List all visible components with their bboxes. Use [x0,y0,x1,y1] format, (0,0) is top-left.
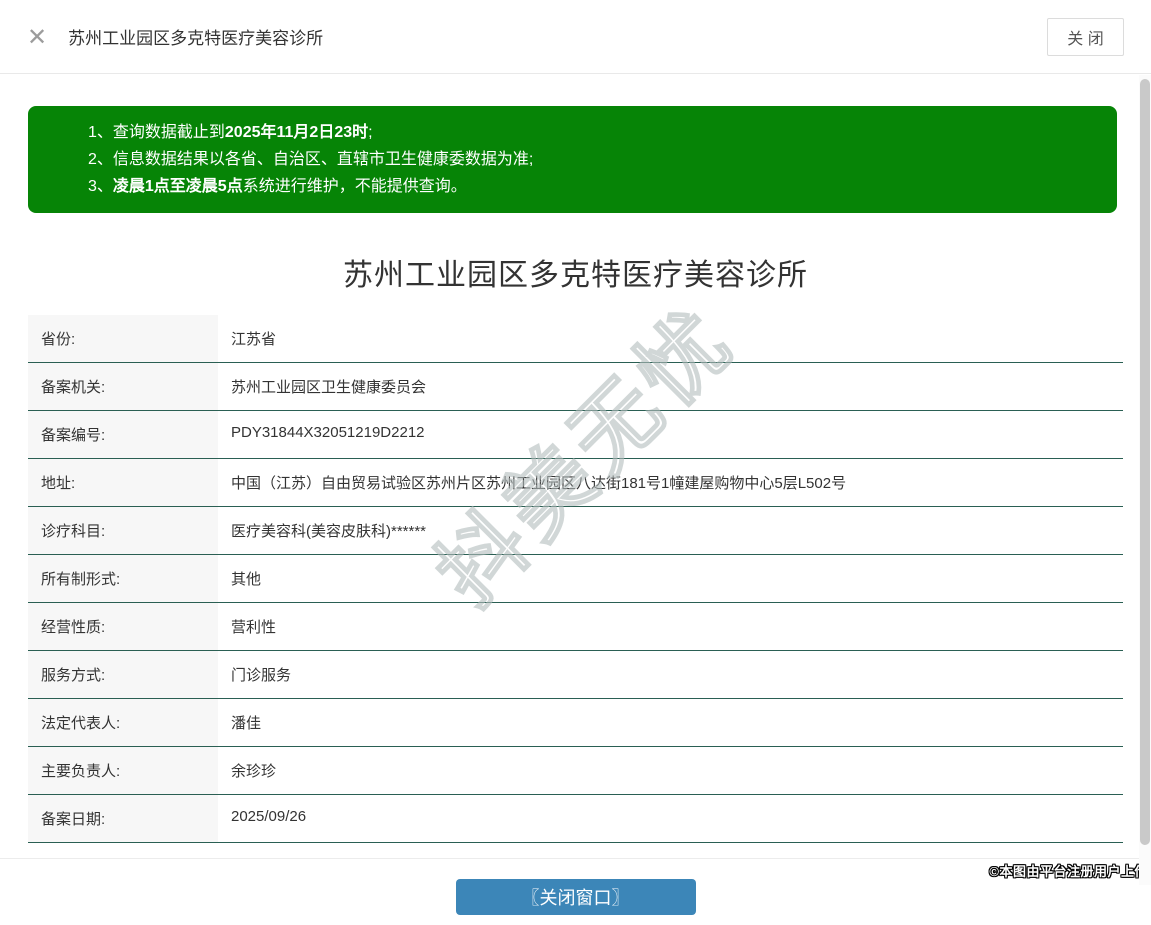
table-row: 备案日期: 2025/09/26 [28,795,1123,843]
field-label: 经营性质: [28,603,218,650]
notice-text: 系统进行维护，不能提供查询。 [243,178,467,195]
table-row: 备案编号: PDY31844X32051219D2212 [28,411,1123,459]
field-value: PDY31844X32051219D2212 [218,411,1123,458]
table-row: 法定代表人: 潘佳 [28,699,1123,747]
table-row: 经营性质: 营利性 [28,603,1123,651]
upload-disclaimer: ©本图由平台注册用户上传 [989,861,1148,880]
field-label: 服务方式: [28,651,218,698]
field-value: 中国（江苏）自由贸易试验区苏州片区苏州工业园区八达街181号1幢建屋购物中心5层… [218,459,1123,506]
table-row: 地址: 中国（江苏）自由贸易试验区苏州片区苏州工业园区八达街181号1幢建屋购物… [28,459,1123,507]
notice-bold-text: 2025年11月2日23时 [225,124,368,141]
field-value: 余珍珍 [218,747,1123,794]
notice-line: 2、信息数据结果以各省、自治区、直辖市卫生健康委数据为准; [88,146,1097,173]
field-value: 门诊服务 [218,651,1123,698]
notice-banner: 1、查询数据截止到2025年11月2日23时; 2、信息数据结果以各省、自治区、… [28,106,1117,213]
field-value: 医疗美容科(美容皮肤科)****** [218,507,1123,554]
field-label: 省份: [28,315,218,362]
notice-text: 3、 [88,178,113,195]
notice-text: ; [368,124,372,141]
notice-bold-text: 凌晨1点至凌晨5点 [113,178,243,195]
button-bar: 〖关闭窗口〗 [28,859,1123,925]
field-value: 潘佳 [218,699,1123,746]
field-value: 2025/09/26 [218,795,1123,842]
field-label: 地址: [28,459,218,506]
header-close-button[interactable]: 关 闭 [1047,18,1124,56]
window-header: ✕ 苏州工业园区多克特医疗美容诊所 关 闭 [0,0,1151,74]
field-value: 其他 [218,555,1123,602]
table-row: 省份: 江苏省 [28,315,1123,363]
table-row: 所有制形式: 其他 [28,555,1123,603]
notice-text: 1、查询数据截止到 [88,124,225,141]
field-value: 苏州工业园区卫生健康委员会 [218,363,1123,410]
window-title: 苏州工业园区多克特医疗美容诊所 [68,24,1047,49]
notice-line: 1、查询数据截止到2025年11月2日23时; [88,119,1097,146]
main-content: 1、查询数据截止到2025年11月2日23时; 2、信息数据结果以各省、自治区、… [0,106,1151,925]
table-row: 主要负责人: 余珍珍 [28,747,1123,795]
table-row: 服务方式: 门诊服务 [28,651,1123,699]
field-label: 主要负责人: [28,747,218,794]
field-label: 法定代表人: [28,699,218,746]
field-value: 营利性 [218,603,1123,650]
notice-text: 2、信息数据结果以各省、自治区、直辖市卫生健康委数据为准; [88,151,533,168]
field-value: 江苏省 [218,315,1123,362]
table-row: 诊疗科目: 医疗美容科(美容皮肤科)****** [28,507,1123,555]
table-row: 备案机关: 苏州工业园区卫生健康委员会 [28,363,1123,411]
notice-line: 3、凌晨1点至凌晨5点系统进行维护，不能提供查询。 [88,173,1097,200]
field-label: 备案编号: [28,411,218,458]
scrollbar[interactable] [1139,75,1151,885]
scrollbar-thumb[interactable] [1140,79,1150,845]
field-label: 所有制形式: [28,555,218,602]
page-title: 苏州工业园区多克特医疗美容诊所 [28,250,1123,294]
close-icon[interactable]: ✕ [27,25,47,49]
field-label: 备案机关: [28,363,218,410]
close-window-button[interactable]: 〖关闭窗口〗 [456,879,696,915]
field-label: 备案日期: [28,795,218,842]
info-table: 省份: 江苏省 备案机关: 苏州工业园区卫生健康委员会 备案编号: PDY318… [28,315,1123,843]
field-label: 诊疗科目: [28,507,218,554]
